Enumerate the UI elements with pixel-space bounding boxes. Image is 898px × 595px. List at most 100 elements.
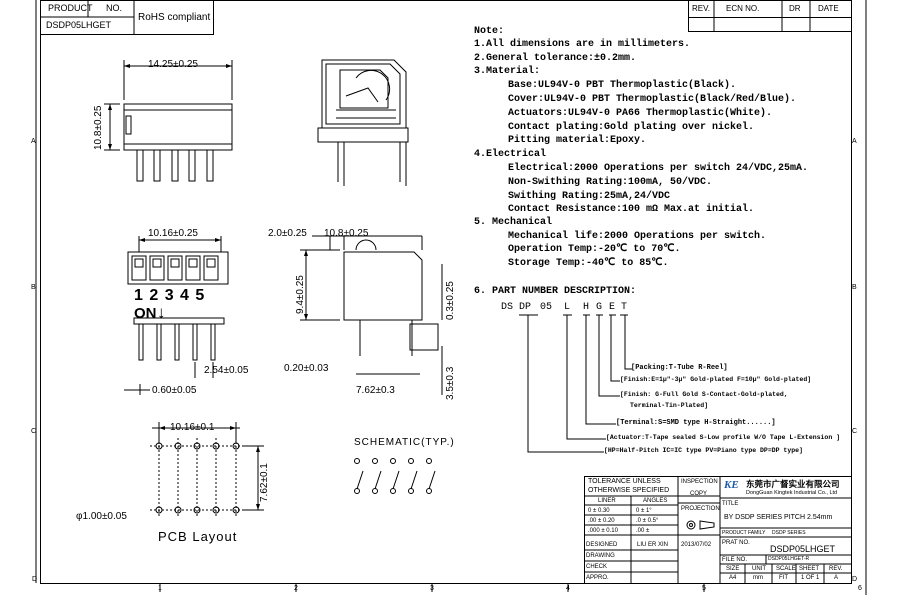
zone-col-3: 3 <box>430 585 434 592</box>
pn-annotation: [Actuator:T-Tape sealed S-Low profile W/… <box>606 434 841 441</box>
pn-annotation: [Finish:E=1μ"-3μ" Gold-plated F=10μ" Gol… <box>620 376 812 383</box>
front-view <box>104 60 233 182</box>
family-label: PRODUCT FAMILY <box>722 530 766 536</box>
pn-annotation: [Finish: G-Full Gold S-Contact-Gold-plat… <box>620 391 788 398</box>
zone-row-c-left: C <box>31 428 37 435</box>
title-label: TITLE <box>722 501 739 507</box>
note-line: Pitting material:Epoxy. <box>508 135 647 146</box>
tol-row: .00 ± 0.20 <box>588 518 615 524</box>
scale-label: SCALE <box>776 566 796 572</box>
tol-row: .0 ± 0.5° <box>636 518 659 524</box>
dim-pcb-row: 7.62±0.1 <box>259 463 270 502</box>
note-line: 3.Material: <box>474 66 541 77</box>
pn-segment: 05 <box>540 302 553 313</box>
dim-front-height: 10.8±0.25 <box>93 105 104 150</box>
schematic-title: SCHEMATIC(TYP.) <box>354 437 455 448</box>
scale-value: FIT <box>779 575 788 581</box>
note-line: 5. Mechanical <box>474 217 553 228</box>
pn-segment: L <box>564 302 571 313</box>
designed-label: DESIGNED <box>586 542 618 548</box>
note-line: Storage Temp:-40℃ to 85℃. <box>508 258 669 269</box>
tol-row: .00 ± <box>636 528 650 534</box>
note-line: 4.Electrical <box>474 149 547 160</box>
dim-side-small: 0.3±0.25 <box>445 281 456 320</box>
rev-label: REV. <box>829 566 843 572</box>
no-label: NO. <box>106 3 123 13</box>
zone-col-5: 5 <box>702 585 706 592</box>
pn-segment: DP <box>519 302 532 313</box>
dim-side-gap: 0.20±0.03 <box>284 363 329 374</box>
dim-side-height: 9.4±0.25 <box>295 275 306 314</box>
rev-header: REV. <box>692 4 710 13</box>
section-view <box>317 59 409 186</box>
designer-name: LIU ER XIN <box>637 542 669 548</box>
appro-label: APPRO. <box>586 575 609 581</box>
note-line: Electrical:2000 Operations per switch 24… <box>508 163 809 174</box>
zone-col-2: 2 <box>294 585 298 592</box>
zone-row-d-right: D <box>852 576 858 583</box>
switch-numbers: 1 2 3 4 5 <box>134 287 206 304</box>
copy-label: COPY <box>690 491 708 497</box>
file-value: DSDP05LHGET-R <box>768 556 810 562</box>
sheet-value: 1 OF 1 <box>801 575 820 581</box>
tol-row: 0 ± 1° <box>636 508 652 514</box>
zone-row-b-right: B <box>852 284 857 291</box>
pcb-layout <box>150 422 264 518</box>
dim-side-pins: 7.62±0.3 <box>356 385 395 396</box>
dim-side-offset: 2.0±0.25 <box>268 228 307 239</box>
file-label: FILE NO. <box>722 557 748 563</box>
schematic <box>354 458 436 494</box>
tol-liner: LINER <box>598 498 616 504</box>
company-logo: KE <box>724 479 739 491</box>
pn-segment: T <box>621 302 628 313</box>
zone-row-c-right: C <box>852 428 858 435</box>
prat-label: PRAT NO. <box>722 540 750 546</box>
dim-top-pitch: 10.16±0.25 <box>148 228 198 239</box>
pn-segment: G <box>596 302 603 313</box>
dim-pin-thickness: 0.60±0.05 <box>152 385 197 396</box>
dr-header: DR <box>789 4 801 13</box>
pn-annotation: [Terminal:S=SMD type H-Straight......] <box>616 419 776 427</box>
inspection-label: INSPECTION <box>681 479 718 485</box>
note-line: Operation Temp:-20℃ to 70℃. <box>508 244 681 255</box>
unit-value: mm <box>753 575 763 581</box>
drawing-sheet: PRODUCT NO. DSDP05LHGET RoHS compliant R… <box>0 0 898 595</box>
dim-side-pin-len: 3.5±0.3 <box>445 366 456 400</box>
size-value: A4 <box>729 575 737 581</box>
note-line: Swithing Rating:25mA,24/VDC <box>508 191 671 202</box>
tol-row: 0 ± 0.30 <box>588 508 610 514</box>
tol-title-1: TOLERANCE UNLESS <box>588 478 661 485</box>
design-date: 2013/07/02 <box>681 542 712 548</box>
zone-row-a-left: A <box>31 138 36 145</box>
zone-col-6: 6 <box>858 585 862 592</box>
notes-title: Note: <box>474 26 505 37</box>
projection-label: PROJECTION <box>681 506 720 512</box>
dim-side-width: 10.8±0.25 <box>324 228 369 239</box>
drawing-label: DRAWING <box>586 553 615 559</box>
note-line: Contact Resistance:100 mΩ Max.at initial… <box>508 204 755 215</box>
note-line: Contact plating:Gold plating over nickel… <box>508 122 755 133</box>
rohs-label: RoHS compliant <box>138 12 211 23</box>
zone-row-d-left: D <box>32 576 38 583</box>
prat-value: DSDP05LHGET <box>770 544 836 554</box>
pn-annotation: Terminal-Tin-Plated] <box>630 402 709 409</box>
title-value: BY DSDP SERIES PITCH 2.54mm <box>724 514 833 521</box>
pn-segment: E <box>609 302 616 313</box>
note-line: Mechanical life:2000 Operations per swit… <box>508 231 767 242</box>
on-label: ON <box>134 305 157 322</box>
note-line: Cover:UL94V-0 PBT Thermoplastic(Black/Re… <box>508 94 797 105</box>
zone-row-b-left: B <box>31 284 36 291</box>
part-number-title: 6. PART NUMBER DESCRIPTION: <box>474 286 637 297</box>
rev-value: A <box>834 575 839 581</box>
note-line: 2.General tolerance:±0.2mm. <box>474 53 637 64</box>
tol-row: .000 ± 0.10 <box>588 528 618 534</box>
zone-row-a-right: A <box>852 138 857 145</box>
tol-angles: ANGLES <box>643 498 668 504</box>
pcb-layout-title: PCB Layout <box>158 529 238 544</box>
pn-segment: DS <box>501 302 514 313</box>
note-line: 1.All dimensions are in millimeters. <box>474 39 691 50</box>
note-line: Base:UL94V-0 PBT Thermoplastic(Black). <box>508 80 737 91</box>
pn-annotation: [Packing:T-Tube R-Reel] <box>631 364 728 372</box>
dim-front-width: 14.25±0.25 <box>148 59 198 70</box>
pn-segment: H <box>583 302 590 313</box>
